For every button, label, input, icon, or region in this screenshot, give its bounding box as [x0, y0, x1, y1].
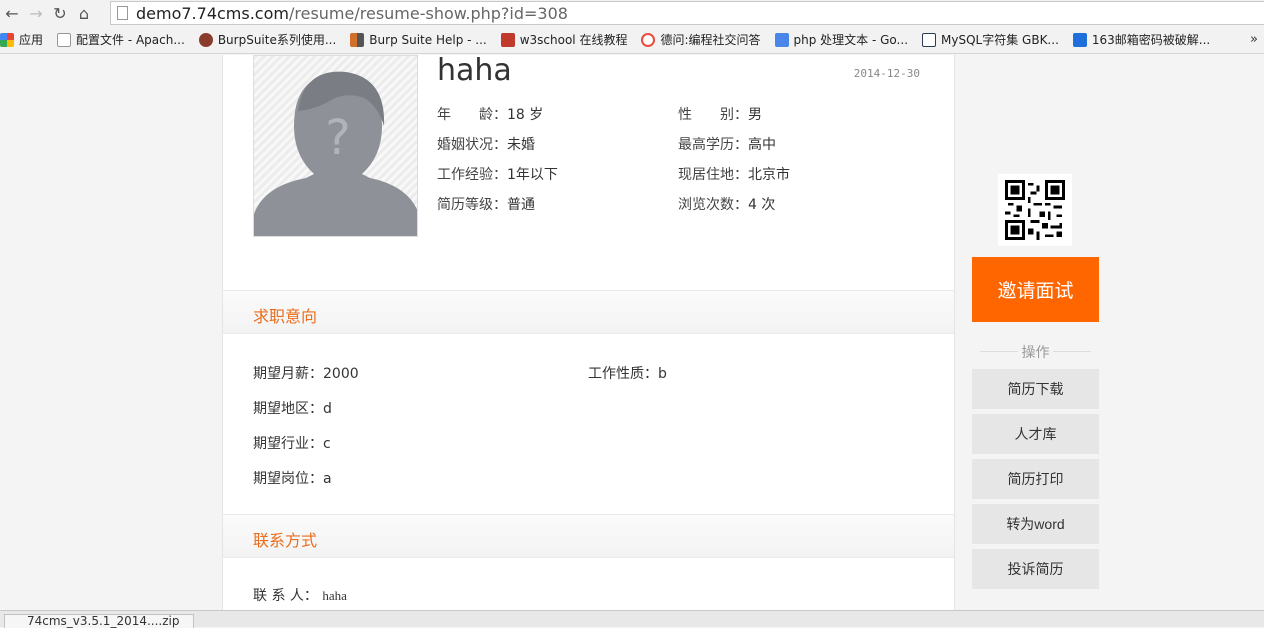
- page-icon: [117, 6, 128, 20]
- resume-content: ? haha 2014-12-30 年 龄：18 岁 性 别：男 婚姻状况：未婚…: [222, 55, 955, 610]
- google-icon: [774, 32, 789, 47]
- bookmark-burpsuite[interactable]: BurpSuite系列使用...: [198, 31, 336, 48]
- default-avatar-icon: ?: [254, 71, 417, 236]
- info-age: 年 龄：18 岁: [437, 107, 544, 123]
- burp-icon: [198, 32, 213, 47]
- back-arrow-icon: ←: [5, 3, 19, 23]
- invite-interview-button[interactable]: 邀请面试: [972, 257, 1099, 322]
- section-job-intent: 求职意向: [223, 290, 954, 334]
- burp-help-icon: [350, 32, 365, 47]
- info-gender: 性 别：男: [678, 107, 762, 123]
- bookmark-dewen[interactable]: 德问:编程社交问答: [641, 31, 761, 48]
- bookmark-burp-help[interactable]: Burp Suite Help - ...: [350, 32, 487, 47]
- bookmark-google-php[interactable]: php 处理文本 - Go...: [774, 31, 908, 48]
- forward-arrow-icon: →: [29, 3, 43, 23]
- url-path: /resume/resume-show.php?id=308: [288, 3, 568, 23]
- info-residence: 现居住地：北京市: [678, 167, 790, 183]
- intent-salary: 期望月薪：2000: [253, 366, 359, 382]
- bookmark-apps[interactable]: 应用: [0, 31, 43, 48]
- page-icon: [57, 32, 72, 47]
- dewen-icon: [641, 32, 656, 47]
- download-item[interactable]: 74cms_v3.5.1_2014....zip: [4, 614, 194, 628]
- qr-code: [998, 174, 1072, 246]
- resume-date: 2014-12-30: [853, 67, 920, 80]
- info-level: 简历等级：普通: [437, 197, 535, 213]
- mysql-icon: [922, 32, 937, 47]
- bookmarks-bar: 应用 配置文件 - Apach... BurpSuite系列使用... Burp…: [0, 26, 1264, 54]
- zhihu-icon: [1072, 32, 1087, 47]
- avatar: ?: [253, 55, 418, 237]
- w3school-icon: [500, 32, 515, 47]
- operations-title: 操作: [972, 342, 1099, 362]
- bookmark-apache[interactable]: 配置文件 - Apach...: [57, 31, 185, 48]
- intent-job-type: 工作性质：b: [588, 366, 667, 382]
- convert-word-button[interactable]: 转为word: [972, 504, 1099, 544]
- qr-code-icon: [1005, 180, 1065, 240]
- intent-region: 期望地区：d: [253, 401, 332, 417]
- contact-person: 联 系 人： haha: [253, 588, 347, 604]
- reload-button[interactable]: ↻: [48, 1, 72, 25]
- section-title-job-intent: 求职意向: [253, 307, 318, 326]
- address-bar[interactable]: demo7.74cms.com/resume/resume-show.php?i…: [110, 1, 1264, 25]
- print-resume-button[interactable]: 简历打印: [972, 459, 1099, 499]
- download-resume-button[interactable]: 简历下载: [972, 369, 1099, 409]
- reload-icon: ↻: [53, 3, 67, 23]
- bookmark-w3school[interactable]: w3school 在线教程: [500, 31, 627, 48]
- report-resume-button[interactable]: 投诉简历: [972, 549, 1099, 589]
- forward-button[interactable]: →: [24, 1, 48, 25]
- url-domain: demo7.74cms.com: [136, 3, 289, 23]
- bookmark-mysql[interactable]: MySQL字符集 GBK...: [922, 31, 1059, 48]
- home-icon: ⌂: [78, 3, 90, 23]
- home-button[interactable]: ⌂: [72, 1, 96, 25]
- info-views: 浏览次数：4 次: [678, 197, 776, 213]
- section-title-contact: 联系方式: [253, 531, 318, 550]
- section-contact: 联系方式: [223, 514, 954, 558]
- apps-grid-icon: [0, 32, 14, 47]
- intent-industry: 期望行业：c: [253, 436, 331, 452]
- bookmarks-more-button[interactable]: »: [1250, 32, 1258, 47]
- downloads-bar: 74cms_v3.5.1_2014....zip: [0, 610, 1264, 628]
- info-marital: 婚姻状况：未婚: [437, 137, 535, 153]
- bookmark-163[interactable]: 163邮箱密码被破解...: [1072, 31, 1210, 48]
- intent-position: 期望岗位：a: [253, 471, 332, 487]
- resume-name: haha: [437, 55, 512, 88]
- info-education: 最高学历：高中: [678, 137, 776, 153]
- info-experience: 工作经验：1年以下: [437, 167, 558, 183]
- svg-text:?: ?: [325, 110, 350, 166]
- back-button[interactable]: ←: [0, 1, 24, 25]
- talent-pool-button[interactable]: 人才库: [972, 414, 1099, 454]
